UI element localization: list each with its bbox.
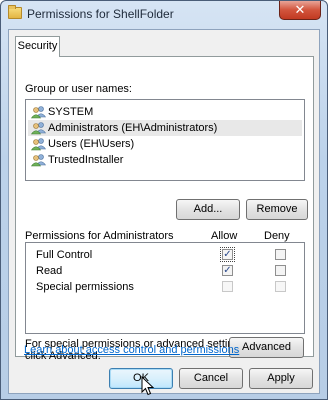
permissions-dialog: Permissions for ShellFolder ✕ Security G… bbox=[0, 0, 328, 400]
perm-name: Special permissions bbox=[36, 281, 134, 293]
allow-full-control-checkbox[interactable]: ✓ bbox=[220, 247, 235, 262]
permissions-list: Full Control ✓ Read ✓ Special permission… bbox=[25, 242, 305, 334]
list-item-label: SYSTEM bbox=[48, 106, 94, 118]
deny-special-checkbox bbox=[275, 281, 286, 292]
list-item-administrators[interactable]: Administrators (EH\Administrators) bbox=[28, 120, 302, 136]
perm-row-special: Special permissions bbox=[26, 279, 304, 295]
window-title: Permissions for ShellFolder bbox=[27, 7, 174, 21]
list-item-users[interactable]: Users (EH\Users) bbox=[28, 136, 302, 152]
dialog-client: Security Group or user names: SYSTEM Adm… bbox=[8, 29, 320, 394]
perm-row-full-control: Full Control ✓ bbox=[26, 247, 304, 263]
deny-header: Deny bbox=[264, 230, 290, 242]
folder-icon bbox=[8, 5, 22, 19]
users-icon bbox=[31, 154, 46, 167]
advanced-button[interactable]: Advanced bbox=[229, 337, 304, 358]
mouse-pointer-icon bbox=[141, 376, 155, 396]
perm-name: Full Control bbox=[36, 249, 93, 261]
list-item-system[interactable]: SYSTEM bbox=[28, 104, 302, 120]
permissions-label: Permissions for Administrators bbox=[25, 230, 174, 242]
deny-read-checkbox[interactable] bbox=[275, 265, 286, 276]
list-item-trustedinstaller[interactable]: TrustedInstaller bbox=[28, 152, 302, 168]
group-list-label: Group or user names: bbox=[25, 83, 132, 95]
allow-header: Allow bbox=[211, 230, 238, 242]
cancel-button[interactable]: Cancel bbox=[179, 368, 243, 389]
security-panel: Group or user names: SYSTEM Administrato… bbox=[15, 56, 314, 362]
add-button[interactable]: Add... bbox=[176, 199, 240, 220]
list-item-label: Administrators (EH\Administrators) bbox=[48, 122, 218, 134]
tab-security[interactable]: Security bbox=[15, 36, 60, 57]
group-user-list[interactable]: SYSTEM Administrators (EH\Administrators… bbox=[25, 99, 305, 181]
apply-button[interactable]: Apply bbox=[249, 368, 313, 389]
users-icon bbox=[31, 138, 46, 151]
deny-full-control-checkbox[interactable] bbox=[275, 249, 286, 260]
list-item-label: TrustedInstaller bbox=[48, 154, 124, 166]
perm-name: Read bbox=[36, 265, 63, 277]
users-icon bbox=[31, 122, 46, 135]
close-button[interactable]: ✕ bbox=[279, 1, 321, 20]
perm-row-read: Read ✓ bbox=[26, 263, 304, 279]
users-icon bbox=[31, 106, 46, 119]
title-bar[interactable]: Permissions for ShellFolder ✕ bbox=[1, 1, 327, 29]
allow-special-checkbox bbox=[222, 281, 233, 292]
remove-button[interactable]: Remove bbox=[246, 199, 308, 220]
help-link[interactable]: Learn about access control and permissio… bbox=[24, 344, 239, 356]
list-item-label: Users (EH\Users) bbox=[48, 138, 135, 150]
allow-read-checkbox[interactable]: ✓ bbox=[222, 265, 233, 276]
